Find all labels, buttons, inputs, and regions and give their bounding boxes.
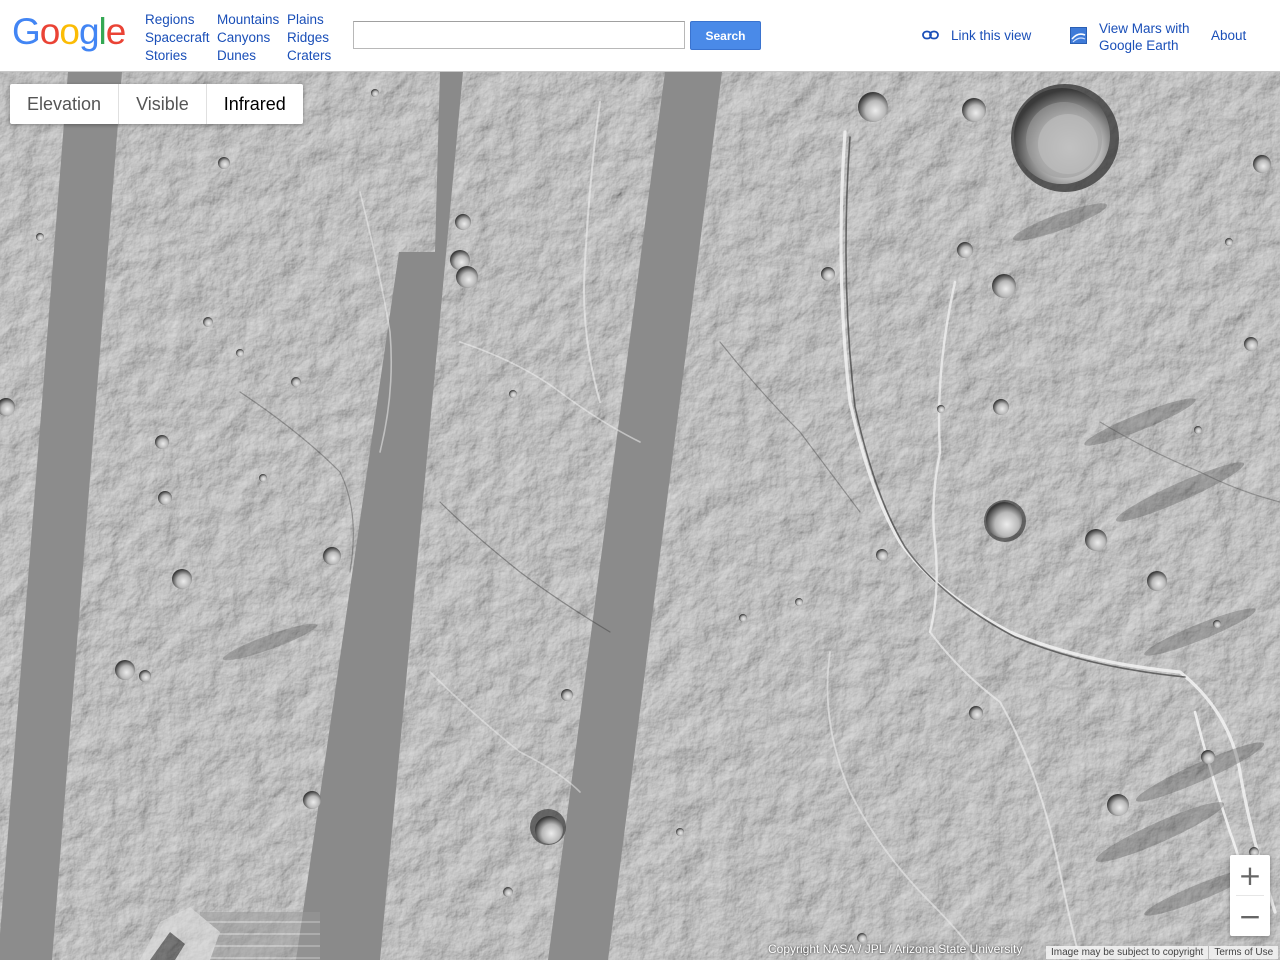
- about-link[interactable]: About: [1211, 28, 1246, 43]
- copyright-notice: Copyright NASA / JPL / Arizona State Uni…: [768, 942, 1023, 956]
- google-earth-icon: [1070, 27, 1087, 48]
- nav-link-spacecraft[interactable]: Spacecraft: [145, 29, 210, 47]
- search-button[interactable]: Search: [690, 21, 761, 50]
- tab-elevation[interactable]: Elevation: [10, 84, 120, 124]
- link-this-view[interactable]: Link this view: [922, 28, 1031, 43]
- earth-link-text: View Mars with Google Earth: [1099, 20, 1190, 54]
- earth-link-line-1: View Mars with: [1099, 21, 1190, 36]
- view-in-google-earth-link[interactable]: View Mars with Google Earth: [1070, 20, 1190, 54]
- nav-link-plains[interactable]: Plains: [287, 11, 331, 29]
- terms-of-use-link[interactable]: Terms of Use: [1208, 946, 1278, 959]
- nav-link-ridges[interactable]: Ridges: [287, 29, 331, 47]
- zoom-out-button[interactable]: −: [1230, 896, 1270, 936]
- logo-letter: G: [12, 11, 41, 52]
- nav-column-3: Plains Ridges Craters: [287, 11, 331, 65]
- link-icon: [922, 28, 939, 43]
- map-imagery: [0, 72, 1280, 960]
- nav-link-craters[interactable]: Craters: [287, 47, 331, 65]
- mars-map[interactable]: [0, 72, 1280, 960]
- zoom-control: + −: [1230, 855, 1270, 936]
- nav-link-stories[interactable]: Stories: [145, 47, 210, 65]
- nav-link-mountains[interactable]: Mountains: [217, 11, 279, 29]
- nav-link-canyons[interactable]: Canyons: [217, 29, 279, 47]
- logo-letter: e: [105, 11, 127, 52]
- nav-link-regions[interactable]: Regions: [145, 11, 210, 29]
- nav-link-dunes[interactable]: Dunes: [217, 47, 279, 65]
- image-copyright-notice: Image may be subject to copyright: [1051, 947, 1204, 958]
- header: Google Regions Spacecraft Stories Mounta…: [0, 0, 1280, 72]
- logo-letter: g: [78, 11, 100, 52]
- logo-letter: o: [39, 11, 61, 52]
- google-logo[interactable]: Google: [12, 11, 127, 52]
- zoom-in-button[interactable]: +: [1230, 855, 1270, 895]
- legal-links: Image may be subject to copyright Terms …: [1046, 946, 1279, 959]
- map-layer-tabs: Elevation Visible Infrared: [10, 84, 303, 124]
- logo-letter: o: [59, 11, 80, 52]
- nav-column-1: Regions Spacecraft Stories: [145, 11, 210, 65]
- earth-link-line-2: Google Earth: [1099, 38, 1179, 53]
- nav-column-2: Mountains Canyons Dunes: [217, 11, 279, 65]
- link-this-view-label: Link this view: [951, 28, 1032, 43]
- tab-visible[interactable]: Visible: [119, 84, 207, 124]
- logo-letter: l: [98, 11, 107, 52]
- search-input[interactable]: [353, 21, 685, 49]
- tab-infrared[interactable]: Infrared: [207, 84, 303, 124]
